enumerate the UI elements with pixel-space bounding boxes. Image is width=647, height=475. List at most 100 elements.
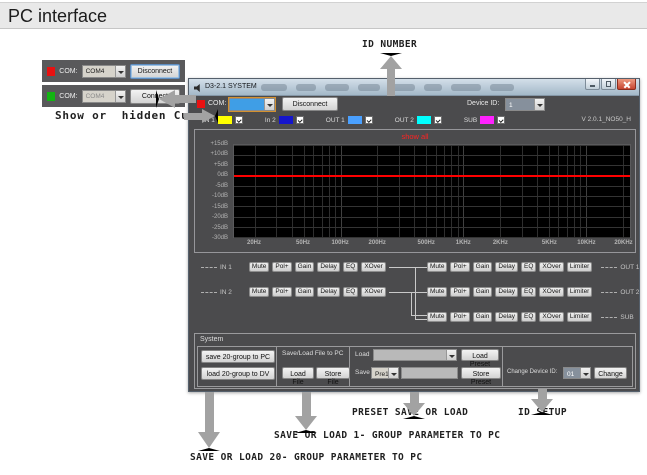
- com-status-led-green: [47, 92, 55, 101]
- strip-button[interactable]: Pol+: [450, 312, 469, 323]
- routing-line: [415, 319, 427, 320]
- down-arrow-shaft: [302, 392, 311, 416]
- strip-button[interactable]: Pol+: [272, 287, 291, 298]
- load-20-group-button[interactable]: load 20-group to DV: [201, 367, 275, 380]
- curve-color-swatch: [279, 116, 293, 124]
- com-status-led-red: [47, 67, 55, 76]
- strip-button[interactable]: XOver: [361, 287, 385, 298]
- com-port-select[interactable]: COM4: [82, 65, 126, 78]
- strip-button[interactable]: Gain: [473, 262, 493, 273]
- change-device-id-select[interactable]: 01: [563, 367, 591, 379]
- chevron-down-icon[interactable]: [580, 368, 590, 378]
- strip-button[interactable]: EQ: [343, 262, 358, 273]
- strip-label: OUT 1: [620, 264, 639, 271]
- maximize-button[interactable]: [601, 79, 616, 90]
- store-preset-button[interactable]: Store Preset: [461, 367, 501, 379]
- strip-button[interactable]: Delay: [495, 287, 518, 298]
- strip-button[interactable]: Gain: [295, 287, 315, 298]
- check-icon: [436, 117, 441, 122]
- chevron-down-icon[interactable]: [446, 350, 456, 360]
- divider: [502, 346, 503, 387]
- divider: [276, 346, 277, 387]
- strip-button[interactable]: XOver: [361, 262, 385, 273]
- change-button[interactable]: Change: [594, 367, 627, 379]
- strip-button[interactable]: Gain: [295, 262, 315, 273]
- chevron-down-icon[interactable]: [388, 368, 398, 378]
- curve-label: OUT 1: [326, 117, 345, 124]
- curve-toggle: SUB: [464, 116, 505, 124]
- save-20-group-button[interactable]: save 20-group to PC: [201, 350, 275, 363]
- strip-button[interactable]: Gain: [473, 312, 493, 323]
- down-arrow-shaft: [205, 392, 214, 432]
- com-label: COM:: [59, 93, 77, 100]
- right-arrow-icon: [202, 109, 218, 123]
- strip-button[interactable]: Pol+: [450, 287, 469, 298]
- strip-button[interactable]: Mute: [249, 287, 269, 298]
- chevron-down-icon[interactable]: [115, 66, 125, 77]
- page-header: PC interface: [0, 2, 647, 29]
- strip-button[interactable]: Delay: [495, 262, 518, 273]
- chevron-down-icon[interactable]: [534, 99, 544, 110]
- store-file-button[interactable]: Store File: [316, 367, 350, 379]
- strip-dash: [201, 292, 217, 293]
- strip-button[interactable]: Mute: [249, 262, 269, 273]
- curve-toggle: OUT 1: [326, 116, 373, 124]
- strip-button[interactable]: Delay: [317, 287, 340, 298]
- com-port-select[interactable]: [229, 98, 275, 111]
- strip-button[interactable]: Limiter: [567, 262, 593, 273]
- curve-label: OUT 2: [395, 117, 414, 124]
- preset-name-input[interactable]: [401, 367, 458, 379]
- strip-button[interactable]: Mute: [427, 312, 447, 323]
- strip-button[interactable]: EQ: [521, 262, 536, 273]
- save-preset-select[interactable]: Pre1: [371, 367, 399, 379]
- strip-button[interactable]: Mute: [427, 287, 447, 298]
- down-arrow-icon: [403, 403, 425, 419]
- curve-checkbox[interactable]: [296, 116, 304, 124]
- strip-button[interactable]: Pol+: [450, 262, 469, 273]
- disconnect-button[interactable]: Disconnect: [130, 64, 180, 79]
- strip-dash: [201, 267, 217, 268]
- curve-checkbox[interactable]: [497, 116, 505, 124]
- output-strip-sub: Mute Pol+ Gain Delay EQ XOver Limiter SU…: [427, 311, 634, 323]
- strip-button[interactable]: XOver: [539, 287, 563, 298]
- load-file-button[interactable]: Load File: [282, 367, 314, 379]
- chevron-down-icon[interactable]: [115, 91, 125, 102]
- down-arrow-icon: [198, 432, 220, 451]
- curve-label: SUB: [464, 117, 477, 124]
- curve-checkbox[interactable]: [235, 116, 243, 124]
- strip-button[interactable]: Mute: [427, 262, 447, 273]
- disconnect-button[interactable]: Disconnect: [282, 97, 338, 111]
- strip-button[interactable]: XOver: [539, 312, 563, 323]
- strip-label: SUB: [620, 314, 633, 321]
- change-device-id-label: Change Device ID:: [507, 369, 557, 375]
- window-titlebar[interactable]: D3-2.1 SYSTEM: [189, 79, 639, 96]
- strip-button[interactable]: Limiter: [567, 312, 593, 323]
- up-arrow-shaft: [387, 66, 395, 96]
- version-label: V 2.0.1_NO50_H: [581, 116, 631, 123]
- curve-checkbox[interactable]: [365, 116, 373, 124]
- annotation-save-20-group: SAVE OR LOAD 20- GROUP PARAMETER TO PC: [190, 452, 423, 463]
- strip-label: IN 2: [220, 289, 232, 296]
- minimize-button[interactable]: [585, 79, 600, 90]
- check-icon: [499, 117, 504, 122]
- close-icon[interactable]: [617, 79, 636, 90]
- strip-button[interactable]: Delay: [495, 312, 518, 323]
- strip-button[interactable]: Pol+: [272, 262, 291, 273]
- graph-plot[interactable]: [233, 144, 631, 238]
- strip-button[interactable]: EQ: [343, 287, 358, 298]
- load-preset-select[interactable]: [373, 349, 457, 361]
- strip-button[interactable]: Gain: [473, 287, 493, 298]
- chevron-down-icon[interactable]: [264, 99, 274, 110]
- window-title: D3-2.1 SYSTEM: [205, 83, 257, 90]
- strip-button[interactable]: XOver: [539, 262, 563, 273]
- strip-button[interactable]: Delay: [317, 262, 340, 273]
- com-port-select[interactable]: COM4: [82, 90, 126, 103]
- load-preset-button[interactable]: Load Preset: [461, 349, 499, 361]
- output-strip-2: Mute Pol+ Gain Delay EQ XOver Limiter OU…: [427, 286, 639, 298]
- strip-button[interactable]: EQ: [521, 287, 536, 298]
- device-id-select[interactable]: 1: [505, 98, 545, 111]
- input-strip-1: IN 1 Mute Pol+ Gain Delay EQ XOver: [201, 261, 386, 273]
- curve-checkbox[interactable]: [434, 116, 442, 124]
- strip-button[interactable]: Limiter: [567, 287, 593, 298]
- strip-button[interactable]: EQ: [521, 312, 536, 323]
